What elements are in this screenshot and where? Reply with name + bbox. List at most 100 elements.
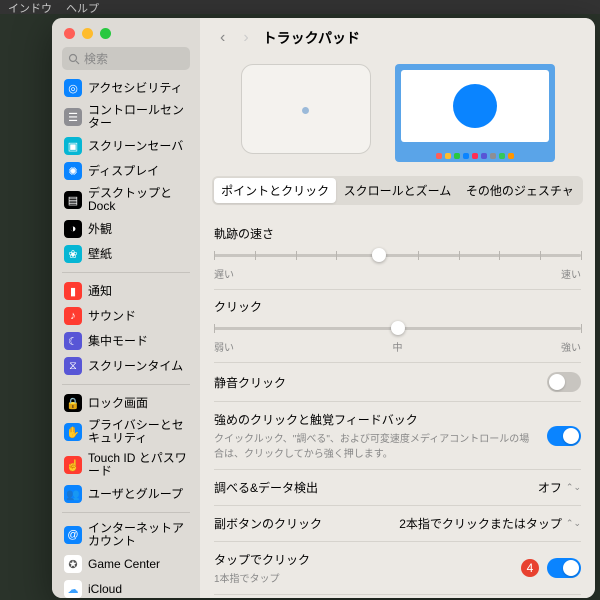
sidebar-item[interactable]: ☁ iCloud	[58, 577, 194, 598]
minimize-button[interactable]	[82, 28, 93, 39]
sidebar-icon: ✺	[64, 162, 82, 180]
sidebar-item[interactable]: ▮通知	[58, 279, 194, 303]
force-label: 強めのクリックと触覚フィードバック	[214, 411, 537, 428]
sidebar-item[interactable]: ✪ Game Center	[58, 552, 194, 576]
tracking-label: 軌跡の速さ	[214, 225, 581, 242]
sidebar-icon: ☾	[64, 332, 82, 350]
force-sub: クイックルック、"調べる"、および可変速度メディアコントロールの場合は、クリック…	[214, 430, 537, 460]
tab-scroll-zoom[interactable]: スクロールとズーム	[336, 178, 458, 203]
sidebar-item[interactable]: ◑外観	[58, 217, 194, 241]
sidebar-icon: ▣	[64, 137, 82, 155]
sidebar-item[interactable]: ✋ プライバシーとセキュリティ	[58, 416, 194, 448]
sidebar-item-label: ディスプレイ	[88, 165, 159, 178]
sidebar-list[interactable]: ◎ アクセシビリティ ☰ コントロールセンター ▣スクリーンセーバ ✺ ディスプレイ ▤ デスク…	[52, 76, 200, 598]
sidebar: 検索 ◎ アクセシビリティ ☰ コントロールセンター ▣スクリーンセーバ ✺ ディスプレイ ▤…	[52, 18, 200, 598]
sidebar-icon: ✋	[64, 423, 82, 441]
sidebar-item-label: サウンド	[88, 310, 136, 323]
tracking-speed-row: 軌跡の速さ 遅い速い	[214, 217, 581, 290]
footer-buttons: Bluetooth トラックパッドを設定... ?	[214, 595, 581, 598]
back-button[interactable]: ‹	[216, 29, 229, 47]
main-header: ‹ › トラックパッド	[200, 18, 595, 56]
sidebar-item[interactable]: ◎ アクセシビリティ	[58, 76, 194, 100]
search-icon	[68, 53, 80, 65]
sidebar-item-label: インターネットアカウント	[88, 522, 188, 548]
menu-window[interactable]: インドウ	[8, 0, 52, 14]
zoom-button[interactable]	[100, 28, 111, 39]
sidebar-item[interactable]: ⧖ スクリーンタイム	[58, 354, 194, 378]
sidebar-item-label: 壁紙	[88, 248, 112, 261]
page-title: トラックパッド	[263, 28, 360, 48]
click-row: クリック 弱い中強い	[214, 290, 581, 363]
settings-window: 検索 ◎ アクセシビリティ ☰ コントロールセンター ▣スクリーンセーバ ✺ ディスプレイ ▤…	[52, 18, 595, 598]
sidebar-icon: @	[64, 526, 82, 544]
sidebar-item[interactable]: @ インターネットアカウント	[58, 519, 194, 551]
sidebar-icon: ◎	[64, 79, 82, 97]
secondary-label: 副ボタンのクリック	[214, 515, 322, 532]
tap-click-row: タップでクリック 1本指でタップ 4	[214, 542, 581, 595]
tab-point-click[interactable]: ポイントとクリック	[214, 178, 336, 203]
sidebar-icon: ✪	[64, 555, 82, 573]
close-button[interactable]	[64, 28, 75, 39]
sidebar-item-label: プライバシーとセキュリティ	[88, 419, 188, 445]
forward-button: ›	[239, 29, 252, 47]
sidebar-item-label: 集中モード	[88, 335, 148, 348]
main-pane: ‹ › トラックパッド ポイントとクリック スクロールとズーム その他のジェスチ…	[200, 18, 595, 598]
tap-sub: 1本指でタップ	[214, 570, 521, 585]
sidebar-icon: 🔒	[64, 394, 82, 412]
menu-help[interactable]: ヘルプ	[66, 0, 99, 14]
tab-gestures[interactable]: その他のジェスチャ	[459, 178, 581, 203]
silent-label: 静音クリック	[214, 374, 286, 391]
sidebar-item[interactable]: 👥 ユーザとグループ	[58, 482, 194, 506]
sidebar-item[interactable]: ☰ コントロールセンター	[58, 101, 194, 133]
lookup-label: 調べる&データ検出	[214, 479, 318, 496]
sidebar-item[interactable]: ♪ サウンド	[58, 304, 194, 328]
sidebar-item[interactable]: ▣スクリーンセーバ	[58, 134, 194, 158]
sidebar-item[interactable]: 🔒 ロック画面	[58, 391, 194, 415]
sidebar-item-label: スクリーンタイム	[88, 360, 183, 373]
tap-toggle[interactable]	[547, 558, 581, 578]
screen-illustration	[395, 64, 555, 162]
force-toggle[interactable]	[547, 426, 581, 446]
sidebar-item-label: ユーザとグループ	[88, 488, 183, 501]
click-slider[interactable]	[214, 319, 581, 337]
sidebar-item-label: ロック画面	[88, 397, 148, 410]
secondary-click-row: 副ボタンのクリック 2本指でクリックまたはタップ⌃⌄	[214, 506, 581, 542]
lookup-row: 調べる&データ検出 オフ⌃⌄	[214, 470, 581, 506]
step-badge: 4	[521, 559, 539, 577]
sidebar-icon: ❀	[64, 245, 82, 263]
click-label: クリック	[214, 298, 581, 315]
lookup-popup[interactable]: オフ⌃⌄	[538, 479, 581, 496]
silent-toggle[interactable]	[547, 372, 581, 392]
tap-label: タップでクリック	[214, 551, 521, 568]
trackpad-illustration	[241, 64, 371, 154]
sidebar-item-label: Touch ID とパスワード	[88, 452, 188, 478]
sidebar-item[interactable]: ☝ Touch ID とパスワード	[58, 449, 194, 481]
sidebar-item-label: iCloud	[88, 583, 122, 596]
force-click-row: 強めのクリックと触覚フィードバック クイックルック、"調べる"、および可変速度メ…	[214, 402, 581, 470]
sidebar-item[interactable]: ☾ 集中モード	[58, 329, 194, 353]
content: 軌跡の速さ 遅い速い クリック 弱い中強い 静音クリック 強めのクリックと	[200, 205, 595, 598]
sidebar-item[interactable]: ❀ 壁紙	[58, 242, 194, 266]
search-input[interactable]: 検索	[62, 47, 190, 70]
sidebar-item-label: アクセシビリティ	[88, 82, 183, 95]
sidebar-icon: ☝	[64, 456, 82, 474]
traffic-lights	[52, 18, 200, 47]
sidebar-icon: ⧖	[64, 357, 82, 375]
secondary-popup[interactable]: 2本指でクリックまたはタップ⌃⌄	[399, 515, 581, 532]
sidebar-icon: ♪	[64, 307, 82, 325]
sidebar-icon: ▮	[64, 282, 82, 300]
sidebar-icon: ▤	[64, 191, 82, 209]
sidebar-icon: ☁	[64, 580, 82, 598]
preview-area	[200, 56, 595, 176]
menubar: インドウ ヘルプ	[0, 0, 600, 14]
sidebar-item-label: デスクトップとDock	[88, 187, 188, 213]
tracking-slider[interactable]	[214, 246, 581, 264]
sidebar-item-label: コントロールセンター	[88, 104, 188, 130]
tab-bar: ポイントとクリック スクロールとズーム その他のジェスチャ	[212, 176, 583, 205]
sidebar-icon: ☰	[64, 108, 82, 126]
sidebar-item[interactable]: ▤ デスクトップとDock	[58, 184, 194, 216]
search-placeholder: 検索	[84, 50, 108, 67]
sidebar-item-label: Game Center	[88, 558, 160, 571]
sidebar-icon: 👥	[64, 485, 82, 503]
sidebar-item[interactable]: ✺ ディスプレイ	[58, 159, 194, 183]
